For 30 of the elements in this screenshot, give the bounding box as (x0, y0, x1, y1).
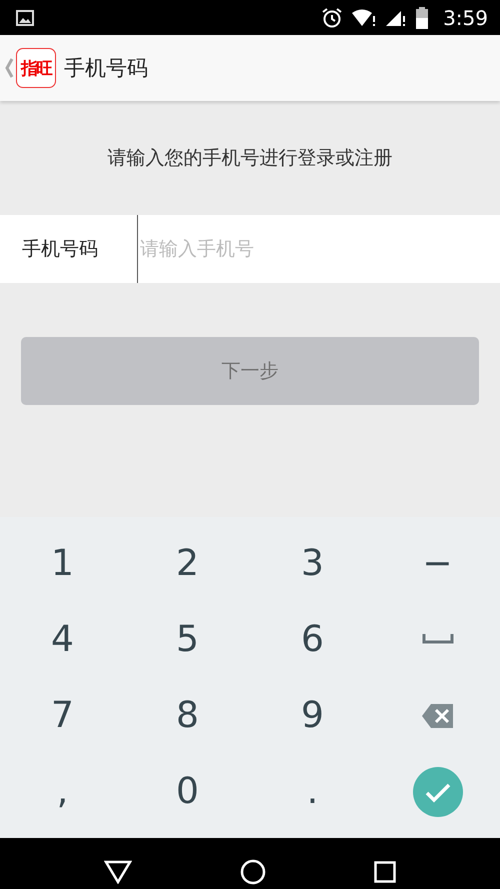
keypad-key[interactable]: 0 (158, 762, 218, 822)
keypad-key[interactable]: , (32, 762, 92, 822)
home-icon[interactable] (240, 858, 266, 884)
clock-time: 3:59 (443, 6, 488, 30)
keypad-key[interactable]: 5 (158, 609, 218, 670)
keypad-key[interactable]: 7 (32, 686, 92, 746)
recents-icon[interactable] (374, 860, 396, 882)
app-logo: 指旺 (16, 48, 56, 88)
done-check-button[interactable] (412, 766, 462, 817)
battery-icon (415, 6, 430, 28)
phone-input-field[interactable]: 请输入手机号 (137, 215, 500, 283)
keypad-key[interactable]: 1 (32, 533, 92, 594)
back-chevron-icon[interactable] (4, 57, 14, 79)
backspace-icon[interactable] (420, 702, 454, 729)
keypad-key[interactable]: 3 (282, 533, 342, 594)
space-key-icon[interactable] (422, 634, 454, 644)
keypad-key[interactable]: 4 (32, 609, 92, 670)
page-title: 手机号码 (64, 55, 148, 82)
wifi-icon (351, 8, 378, 28)
keypad-key[interactable]: . (282, 762, 342, 822)
back-icon[interactable] (104, 860, 132, 884)
alarm-icon (321, 6, 344, 28)
field-label: 手机号码 (0, 215, 137, 283)
keypad-key[interactable]: − (408, 533, 468, 594)
keypad-key[interactable]: 2 (158, 533, 218, 594)
keypad-key[interactable]: 8 (158, 686, 218, 746)
image-icon (16, 10, 34, 26)
login-prompt: 请输入您的手机号进行登录或注册 (108, 146, 392, 171)
keypad-key[interactable]: 9 (282, 686, 342, 746)
keypad-key[interactable]: 6 (282, 609, 342, 670)
